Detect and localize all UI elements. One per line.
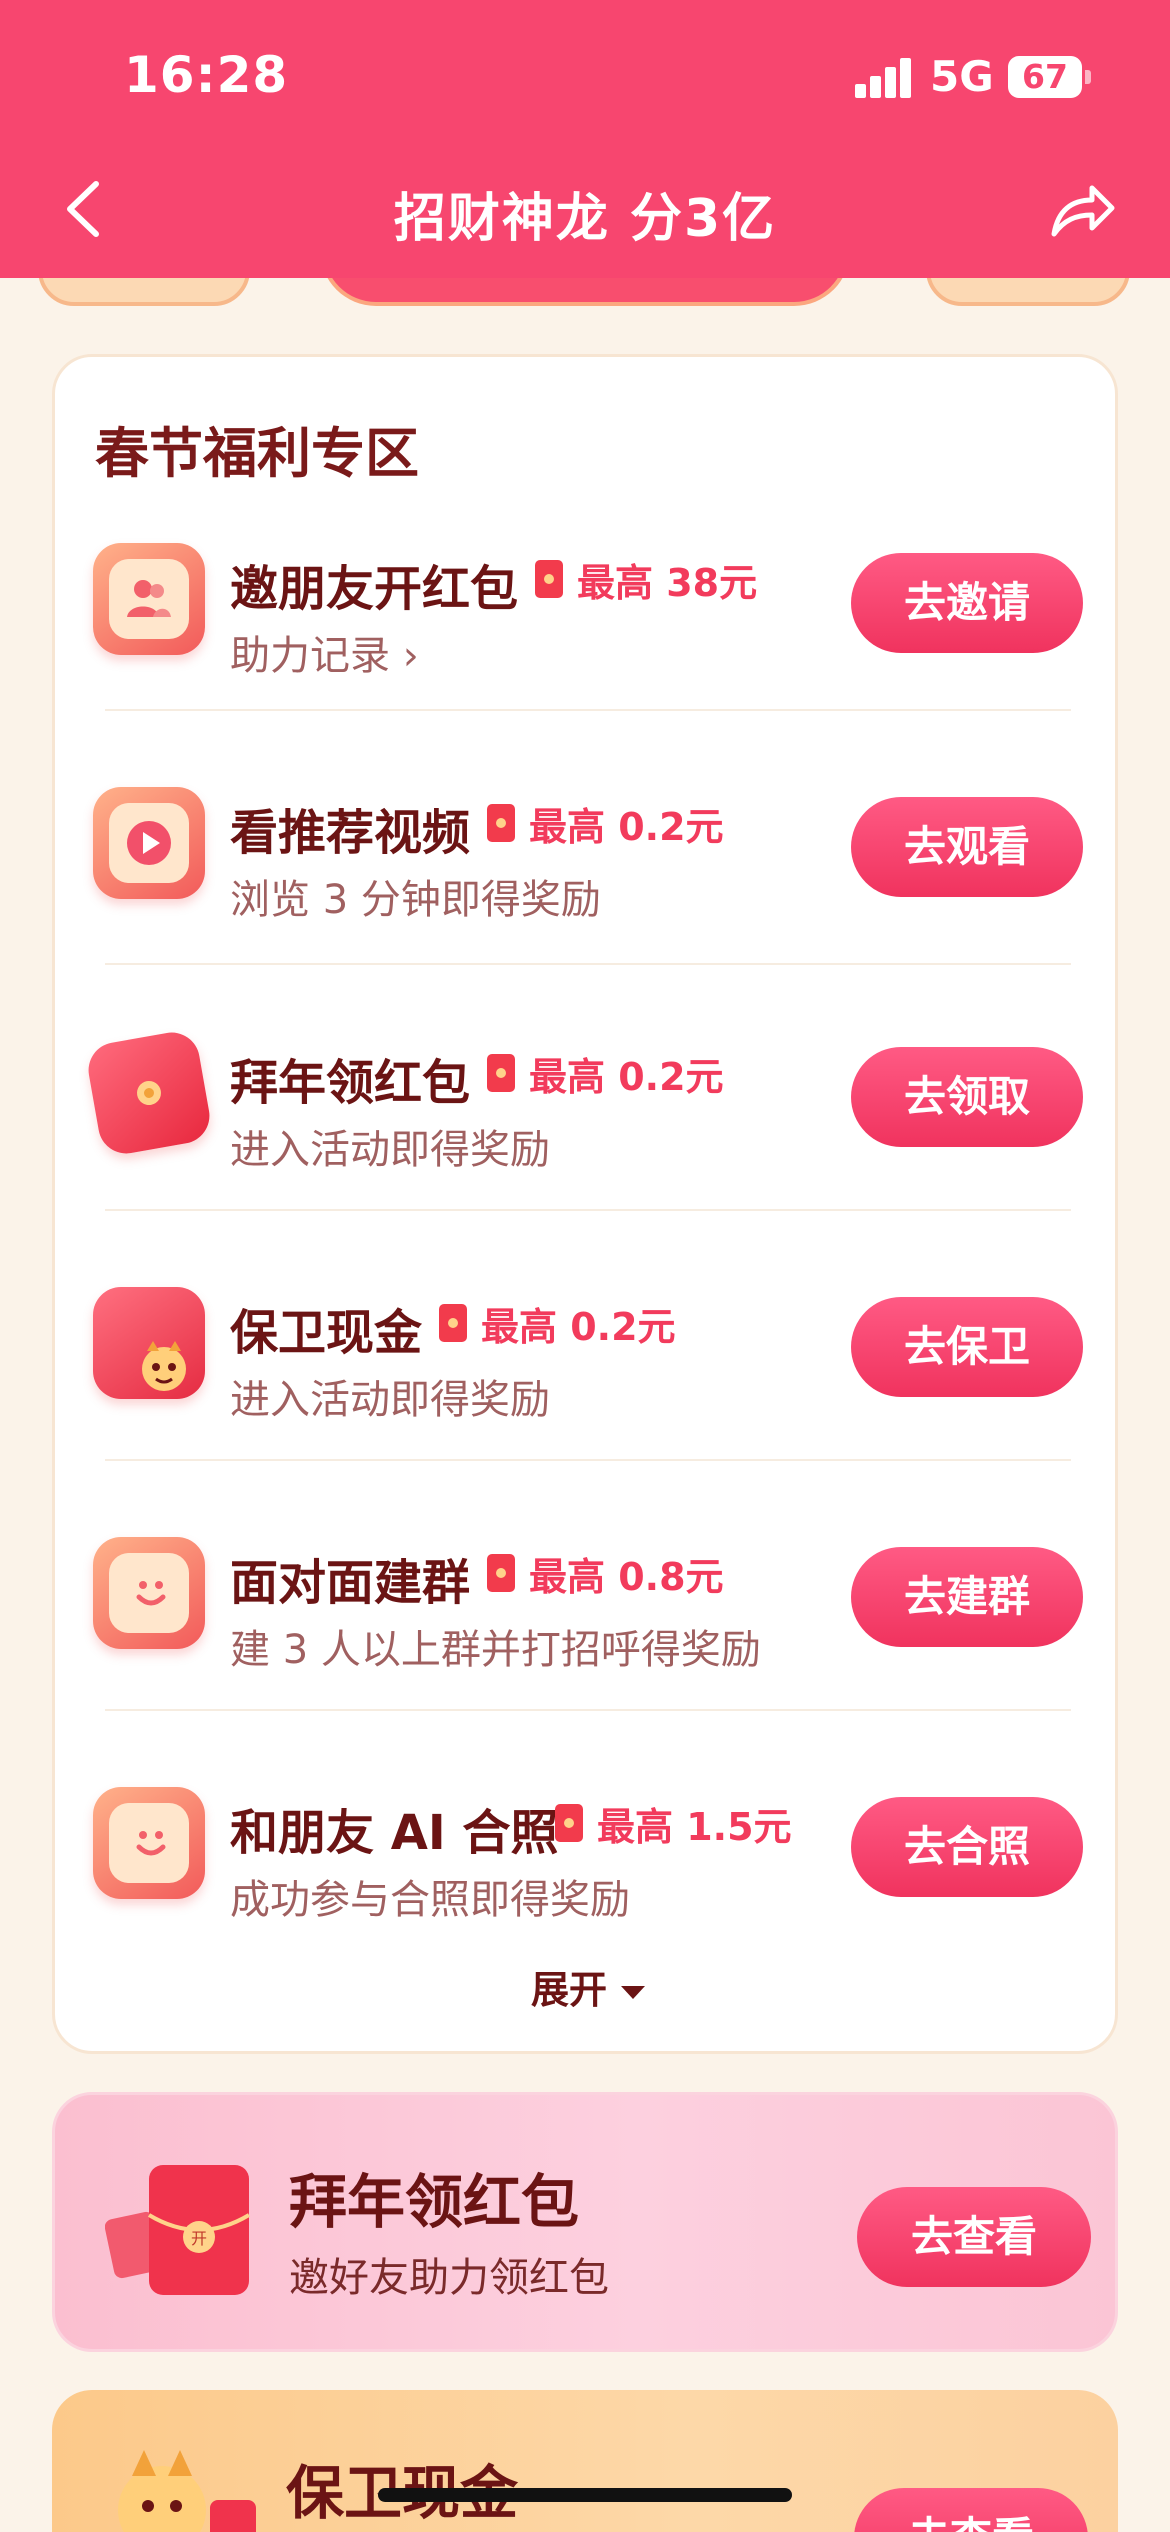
red-envelope-mini-icon (535, 560, 563, 598)
expand-toggle[interactable]: 展开 (55, 1959, 1121, 2014)
watch-button[interactable]: 去观看 (851, 797, 1083, 897)
smile-chat-icon (93, 1787, 205, 1899)
task-desc: 浏览 3 分钟即得奖励 (230, 877, 601, 923)
divider (105, 1209, 1071, 1211)
task-row-invite: 邀朋友开红包 最高 38元 助力记录 › 去邀请 (55, 531, 1121, 781)
claim-button[interactable]: 去领取 (851, 1047, 1083, 1147)
task-reward: 最高 0.2元 (487, 799, 724, 849)
red-envelope-mini-icon (487, 1054, 515, 1092)
task-desc: 进入活动即得奖励 (230, 1377, 550, 1423)
invite-button[interactable]: 去邀请 (851, 553, 1083, 653)
task-row-newyear: 拜年领红包 最高 0.2元 进入活动即得奖励 去领取 (55, 1025, 1121, 1275)
red-envelope-icon (84, 1028, 214, 1158)
create-group-button[interactable]: 去建群 (851, 1547, 1083, 1647)
invite-friends-icon (93, 543, 205, 655)
play-video-icon (93, 787, 205, 899)
promo-cash-banner[interactable]: 保卫现金 去查看 (52, 2390, 1118, 2532)
home-indicator[interactable] (378, 2488, 792, 2502)
smile-chat-icon (93, 1537, 205, 1649)
red-envelope-mini-icon (487, 1554, 515, 1592)
red-envelope-mini-icon (439, 1304, 467, 1342)
promo-subtitle: 邀好友助力领红包 (289, 2255, 609, 2301)
task-desc[interactable]: 助力记录 › (230, 623, 419, 681)
promo-title: 拜年领红包 (289, 2168, 580, 2236)
caret-down-icon (621, 1986, 645, 1999)
task-row-cash: 保卫现金 最高 0.2元 进入活动即得奖励 去保卫 (55, 1275, 1121, 1525)
expand-label: 展开 (530, 1968, 607, 2012)
task-reward: 最高 0.2元 (487, 1049, 724, 1099)
task-reward: 最高 0.8元 (487, 1549, 724, 1599)
photo-button[interactable]: 去合照 (851, 1797, 1083, 1897)
dragon-cash-icon (93, 1287, 205, 1399)
task-name: 保卫现金 (230, 1305, 423, 1361)
share-icon[interactable] (1048, 180, 1118, 240)
task-name: 面对面建群 (230, 1555, 471, 1611)
task-row-group: 面对面建群 最高 0.8元 建 3 人以上群并打招呼得奖励 去建群 (55, 1525, 1121, 1775)
status-time: 16:28 (124, 46, 289, 104)
task-desc: 建 3 人以上群并打招呼得奖励 (230, 1627, 761, 1673)
red-envelope-mini-icon (487, 804, 515, 842)
defend-button[interactable]: 去保卫 (851, 1297, 1083, 1397)
task-reward: 最高 0.2元 (439, 1299, 676, 1349)
task-reward: 最高 38元 (535, 555, 757, 605)
network-label: 5G (930, 52, 994, 101)
divider (105, 1459, 1071, 1461)
red-envelope-mini-icon (555, 1804, 583, 1842)
divider (105, 709, 1071, 711)
dragon-mascot-icon (118, 2450, 256, 2532)
svg-text:开: 开 (191, 2229, 207, 2248)
task-desc: 进入活动即得奖励 (230, 1127, 550, 1173)
task-reward: 最高 1.5元 (555, 1799, 792, 1849)
task-desc: 成功参与合照即得奖励 (230, 1877, 630, 1923)
section-title: 春节福利专区 (95, 422, 419, 485)
battery-level: 67 (1022, 57, 1068, 96)
welfare-section: 春节福利专区 邀朋友开红包 最高 38元 助力记录 › 去邀请 看推荐视频 最高… (52, 354, 1118, 2054)
top-bar: 16:28 5G 67 招财神龙 分3亿 (0, 0, 1170, 278)
battery-nub (1085, 70, 1091, 84)
red-envelope-gift-icon: 开 (105, 2165, 251, 2295)
divider (105, 963, 1071, 965)
signal-icon (855, 58, 913, 98)
battery-icon: 67 (1008, 56, 1082, 98)
promo-newyear-banner[interactable]: 开 拜年领红包 邀好友助力领红包 去查看 (52, 2092, 1118, 2352)
view-button[interactable]: 去查看 (854, 2488, 1088, 2532)
task-name: 邀朋友开红包 (230, 561, 519, 617)
task-name: 和朋友 AI 合照 (230, 1805, 559, 1861)
page-title: 招财神龙 分3亿 (393, 189, 777, 249)
view-button[interactable]: 去查看 (857, 2187, 1091, 2287)
task-name: 看推荐视频 (230, 805, 471, 861)
task-name: 拜年领红包 (230, 1055, 471, 1111)
task-row-video: 看推荐视频 最高 0.2元 浏览 3 分钟即得奖励 去观看 (55, 775, 1121, 1025)
divider (105, 1709, 1071, 1711)
